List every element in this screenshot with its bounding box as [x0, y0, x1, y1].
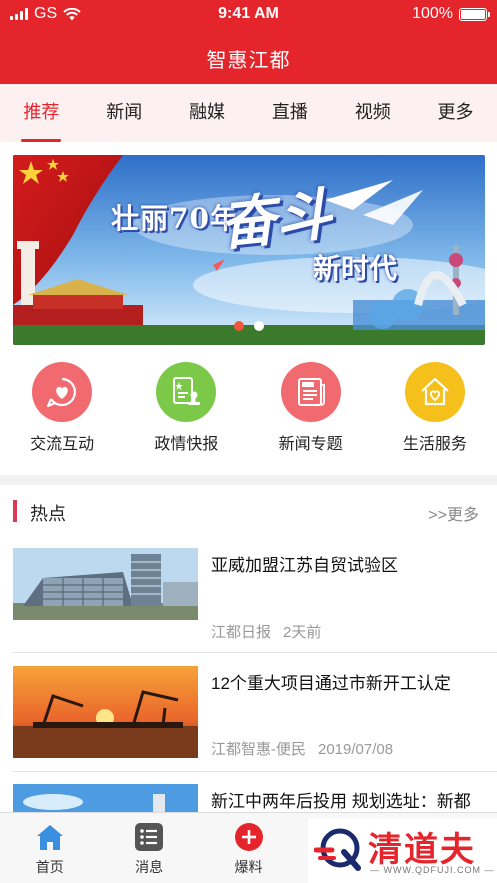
list-icon: [133, 821, 165, 853]
nav-label: 爆料: [234, 859, 263, 875]
battery-icon: [459, 7, 490, 21]
news-title: 新江中两年后投用 规划选址：新都: [211, 792, 471, 811]
plus-circle-icon: [233, 821, 265, 853]
news-title: 亚威加盟江苏自贸试验区: [211, 556, 398, 575]
news-source: 江都智惠-便民: [211, 741, 306, 758]
status-bar: GS 9:41 AM 100%: [0, 0, 497, 28]
quick-link-label: 新闻专题: [278, 436, 343, 453]
tab-more[interactable]: 更多: [414, 84, 497, 142]
quick-link-interact[interactable]: 交流互动: [0, 362, 124, 462]
tab-news[interactable]: 新闻: [83, 84, 166, 142]
nav-label: 首页: [35, 859, 64, 875]
quick-link-politics[interactable]: 政情快报: [124, 362, 248, 462]
hot-section-header: 热点 >>更多: [0, 497, 497, 527]
banner-pagination: [13, 321, 485, 331]
news-title: 12个重大项目通过市新开工认定: [211, 674, 451, 693]
tab-recommend[interactable]: 推荐: [0, 84, 83, 142]
banner-headline-3: 新时代: [313, 252, 398, 285]
nav-messages[interactable]: 消息: [99, 813, 198, 883]
app-title: 智惠江都: [206, 50, 291, 72]
tab-video[interactable]: 视频: [331, 84, 414, 142]
watermark-name: 清道夫: [368, 831, 476, 869]
house-heart-icon: [404, 362, 465, 422]
news-time: 2019/07/08: [318, 741, 394, 758]
news-separator: [13, 652, 497, 653]
quick-links: 交流互动 政情快报 新闻专题 生活服务: [0, 362, 497, 462]
news-separator: [13, 771, 497, 772]
nav-home[interactable]: 首页: [0, 813, 99, 883]
news-item[interactable]: 亚威加盟江苏自贸试验区 江都日报 2天前: [13, 548, 485, 648]
status-right: 100%: [412, 5, 490, 23]
news-time: 2天前: [283, 624, 322, 641]
banner-dot[interactable]: [234, 321, 244, 331]
category-tabs: 推荐 新闻 融媒 直播 视频 更多: [0, 84, 497, 142]
section-divider: [0, 475, 497, 485]
heart-chat-icon: [32, 362, 93, 422]
quick-link-label: 交流互动: [30, 436, 95, 453]
tab-media[interactable]: 融媒: [166, 84, 249, 142]
watermark-url: — WWW.QDFUJI.COM —: [370, 865, 495, 875]
quick-link-topics[interactable]: 新闻专题: [249, 362, 373, 462]
home-icon: [34, 821, 66, 853]
watermark-logo-icon: [314, 828, 361, 871]
section-accent-bar: [13, 500, 17, 522]
nav-report[interactable]: 爆料: [199, 813, 298, 883]
news-thumbnail: [13, 784, 198, 812]
quick-link-label: 政情快报: [154, 436, 219, 453]
banner-carousel[interactable]: 壮丽70年 奋斗 新时代: [13, 155, 485, 345]
section-title: 热点: [30, 504, 66, 524]
news-source: 江都日报: [211, 624, 272, 641]
app-header: GS 9:41 AM 100% 智惠江都: [0, 0, 497, 84]
banner-dot[interactable]: [254, 321, 264, 331]
news-meta: 江都智惠-便民 2019/07/08: [211, 738, 393, 759]
newspaper-icon: [280, 362, 341, 422]
battery-percent: 100%: [412, 5, 453, 22]
news-thumbnail: [13, 548, 198, 620]
news-item[interactable]: 12个重大项目通过市新开工认定 江都智惠-便民 2019/07/08: [13, 666, 485, 766]
watermark: 清道夫 — WWW.QDFUJI.COM —: [308, 818, 497, 883]
document-stamp-icon: [156, 362, 217, 422]
nav-label: 消息: [135, 859, 164, 875]
quick-link-life[interactable]: 生活服务: [373, 362, 497, 462]
tab-live[interactable]: 直播: [248, 84, 331, 142]
more-link[interactable]: >>更多: [428, 501, 479, 525]
news-thumbnail: [13, 666, 198, 758]
quick-link-label: 生活服务: [402, 436, 467, 453]
news-meta: 江都日报 2天前: [211, 621, 321, 642]
